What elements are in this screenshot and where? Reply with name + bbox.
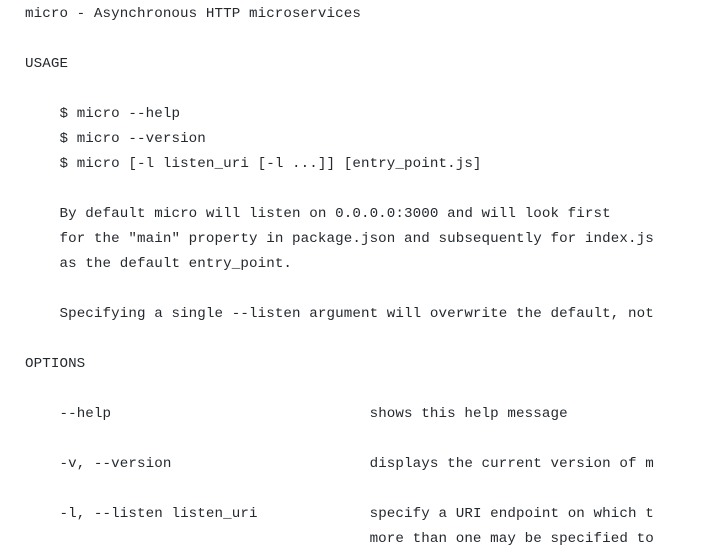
option-flag: --help (59, 406, 111, 422)
option-desc: shows this help message (370, 406, 568, 422)
option-flag: -v, --version (59, 456, 171, 472)
option-desc: specify a URI endpoint on which t (370, 506, 654, 522)
usage-line: $ micro --version (59, 131, 205, 147)
usage-desc: By default micro will listen on 0.0.0.0:… (59, 206, 610, 222)
usage-line: $ micro --help (59, 106, 180, 122)
usage-desc: as the default entry_point. (59, 256, 292, 272)
usage-desc: Specifying a single --listen argument wi… (59, 306, 653, 322)
option-desc: more than one may be specified to (370, 531, 654, 547)
usage-line: $ micro [-l listen_uri [-l ...]] [entry_… (59, 156, 481, 172)
help-text: micro - Asynchronous HTTP microservices … (0, 0, 724, 552)
usage-heading: USAGE (25, 56, 68, 72)
usage-desc: for the "main" property in package.json … (59, 231, 653, 247)
title-line: micro - Asynchronous HTTP microservices (25, 6, 361, 22)
option-flag: -l, --listen listen_uri (59, 506, 257, 522)
options-heading: OPTIONS (25, 356, 85, 372)
option-desc: displays the current version of m (370, 456, 654, 472)
